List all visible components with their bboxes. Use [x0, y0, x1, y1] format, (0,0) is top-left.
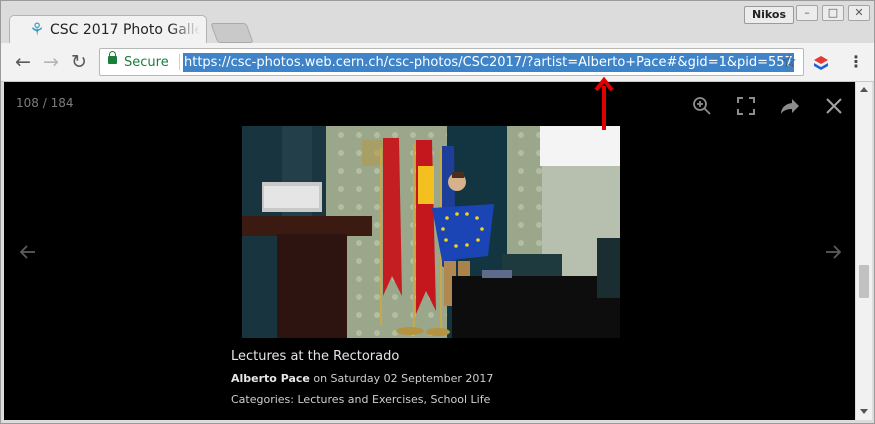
- reload-icon[interactable]: ↻: [68, 51, 90, 73]
- omnibox-separator: [179, 54, 180, 70]
- forward-arrow-icon[interactable]: →: [40, 51, 62, 73]
- vertical-scrollbar[interactable]: [855, 82, 872, 420]
- photo-date: on Saturday 02 September 2017: [313, 372, 494, 385]
- scroll-down-icon[interactable]: [860, 409, 868, 414]
- zoom-icon[interactable]: [690, 94, 714, 118]
- tab-strip: ⚘ CSC 2017 Photo Gallery Nikos – □ ✕: [1, 1, 874, 44]
- photo-caption-title: Lectures at the Rectorado: [231, 349, 400, 364]
- next-photo-arrow-icon[interactable]: [821, 240, 845, 264]
- extension-icon[interactable]: [813, 55, 829, 71]
- star-icon[interactable]: ☆: [782, 52, 797, 72]
- menu-icon[interactable]: ⋮: [848, 52, 864, 74]
- close-icon[interactable]: [822, 94, 846, 118]
- scroll-up-icon[interactable]: [860, 87, 868, 92]
- author-name[interactable]: Alberto Pace: [231, 372, 310, 385]
- tab-title: CSC 2017 Photo Gallery: [50, 22, 200, 38]
- url-text[interactable]: https://csc-photos.web.cern.ch/csc-photo…: [183, 53, 794, 72]
- photo-counter: 108 / 184: [16, 96, 74, 110]
- new-tab-button[interactable]: [210, 23, 254, 43]
- back-arrow-icon[interactable]: ←: [12, 51, 34, 73]
- scrollbar-thumb[interactable]: [859, 265, 869, 298]
- share-icon[interactable]: [778, 94, 802, 118]
- photo-caption-author: Alberto Pace on Saturday 02 September 20…: [231, 372, 493, 385]
- gallery-photo: [242, 126, 620, 338]
- csc-logo-icon: ⚘: [29, 20, 45, 40]
- browser-window: ⚘ CSC 2017 Photo Gallery Nikos – □ ✕ ← →…: [0, 0, 875, 424]
- photo-categories: Categories: Lectures and Exercises, Scho…: [231, 393, 491, 406]
- secure-label: Secure: [124, 55, 169, 70]
- photo-lightbox: 108 / 184 Lectures at the Rectorado Albe…: [4, 82, 855, 420]
- lock-icon: [108, 51, 117, 64]
- close-window-button[interactable]: ✕: [848, 5, 870, 21]
- annotation-arrow-icon: [594, 76, 614, 132]
- profile-button[interactable]: Nikos: [744, 6, 794, 24]
- minimize-button[interactable]: –: [796, 5, 818, 21]
- fullscreen-icon[interactable]: [734, 94, 758, 118]
- previous-photo-arrow-icon[interactable]: [16, 240, 40, 264]
- tab-active[interactable]: ⚘ CSC 2017 Photo Gallery: [9, 15, 207, 44]
- maximize-button[interactable]: □: [822, 5, 844, 21]
- toolbar: ← → ↻ Secure https://csc-photos.web.cern…: [1, 43, 874, 82]
- address-bar[interactable]: Secure https://csc-photos.web.cern.ch/cs…: [99, 48, 804, 76]
